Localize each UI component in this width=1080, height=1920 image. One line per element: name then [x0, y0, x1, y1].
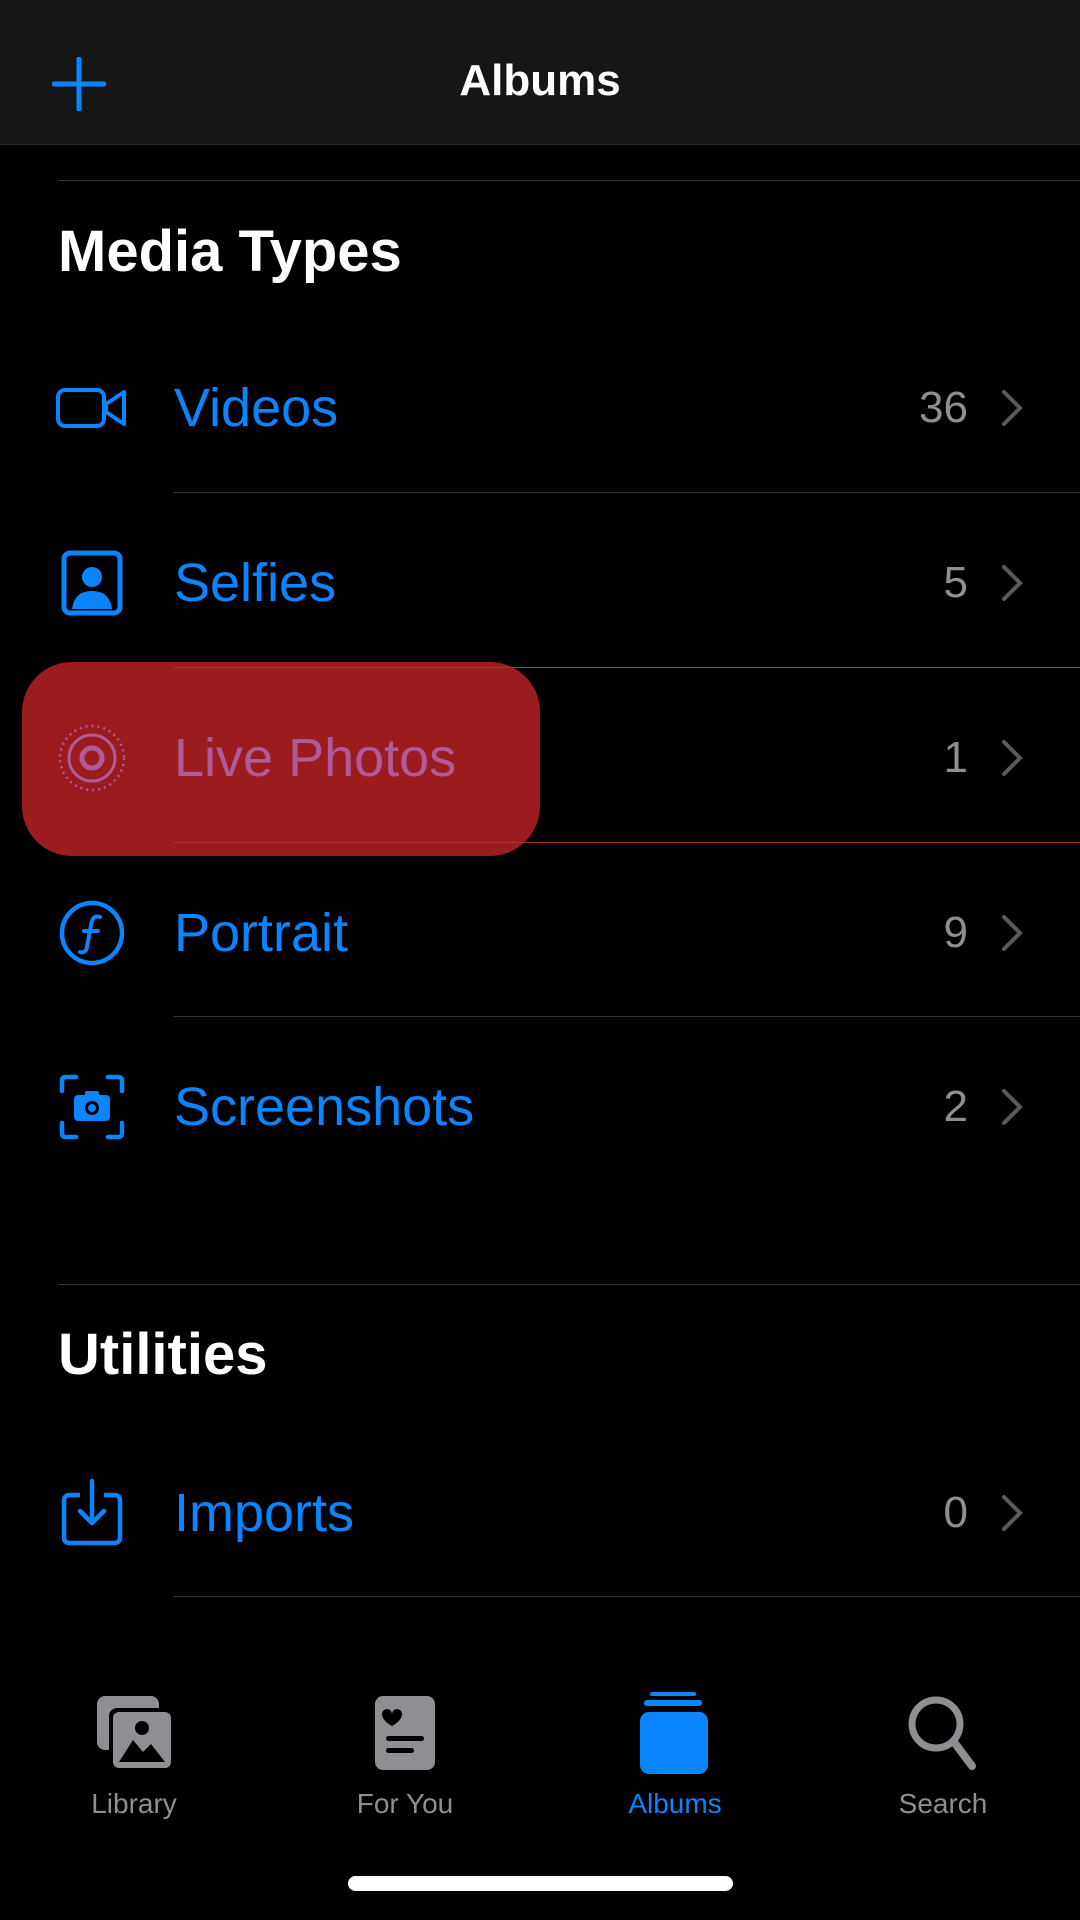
tab-search[interactable]: Search — [843, 1690, 1043, 1820]
chevron-right-icon — [1002, 740, 1023, 776]
section-title-media-types: Media Types — [58, 219, 402, 284]
video-camera-icon — [56, 388, 126, 428]
chevron-right-icon — [1002, 565, 1023, 601]
tab-label: Search — [898, 1788, 988, 1819]
for-you-card-icon — [375, 1696, 435, 1770]
album-count: 1 — [943, 733, 968, 782]
divider — [58, 1284, 1080, 1285]
album-count: 5 — [943, 558, 968, 607]
tab-library[interactable]: Library — [34, 1690, 234, 1820]
album-row-screenshots[interactable]: Screenshots 2 — [0, 1020, 1080, 1194]
album-label: Live Photos — [174, 728, 457, 788]
nav-header: Albums — [0, 0, 1080, 145]
chevron-right-icon — [1002, 915, 1023, 951]
import-tray-icon — [61, 1478, 123, 1546]
album-row-live-photos[interactable]: Live Photos 1 — [0, 671, 1080, 845]
album-row-imports[interactable]: Imports 0 — [0, 1426, 1080, 1600]
tab-label: For You — [356, 1788, 454, 1819]
screenshot-camera-icon — [59, 1074, 125, 1140]
album-row-videos[interactable]: Videos 36 — [0, 321, 1080, 495]
portrait-f-icon — [59, 900, 125, 966]
album-count: 36 — [919, 383, 968, 432]
album-count: 2 — [943, 1082, 968, 1131]
album-label: Videos — [174, 378, 339, 438]
home-indicator[interactable] — [348, 1876, 733, 1891]
tab-albums[interactable]: Albums — [575, 1690, 775, 1820]
divider — [174, 842, 1080, 843]
divider — [174, 1016, 1080, 1017]
tab-label: Library — [91, 1788, 177, 1819]
album-count: 9 — [943, 908, 968, 957]
album-label: Portrait — [174, 903, 349, 963]
album-row-selfies[interactable]: Selfies 5 — [0, 496, 1080, 670]
divider — [174, 492, 1080, 493]
divider — [174, 667, 1080, 668]
magnifier-icon — [908, 1696, 976, 1770]
divider — [174, 1596, 1080, 1597]
album-count: 0 — [943, 1488, 968, 1537]
album-row-portrait[interactable]: Portrait 9 — [0, 846, 1080, 1020]
page-title: Albums — [459, 56, 621, 105]
section-title-utilities: Utilities — [58, 1322, 268, 1387]
album-label: Screenshots — [174, 1077, 475, 1137]
divider — [58, 180, 1080, 181]
album-label: Selfies — [174, 553, 337, 613]
chevron-right-icon — [1002, 1089, 1023, 1125]
chevron-right-icon — [1002, 390, 1023, 426]
albums-stack-icon — [640, 1692, 708, 1774]
photo-library-icon — [97, 1696, 173, 1772]
live-photo-icon — [58, 724, 126, 792]
tab-label: Albums — [628, 1788, 722, 1819]
album-label: Imports — [174, 1483, 355, 1543]
tab-for-you[interactable]: For You — [305, 1690, 505, 1820]
person-portrait-icon — [61, 550, 123, 616]
chevron-right-icon — [1002, 1495, 1023, 1531]
